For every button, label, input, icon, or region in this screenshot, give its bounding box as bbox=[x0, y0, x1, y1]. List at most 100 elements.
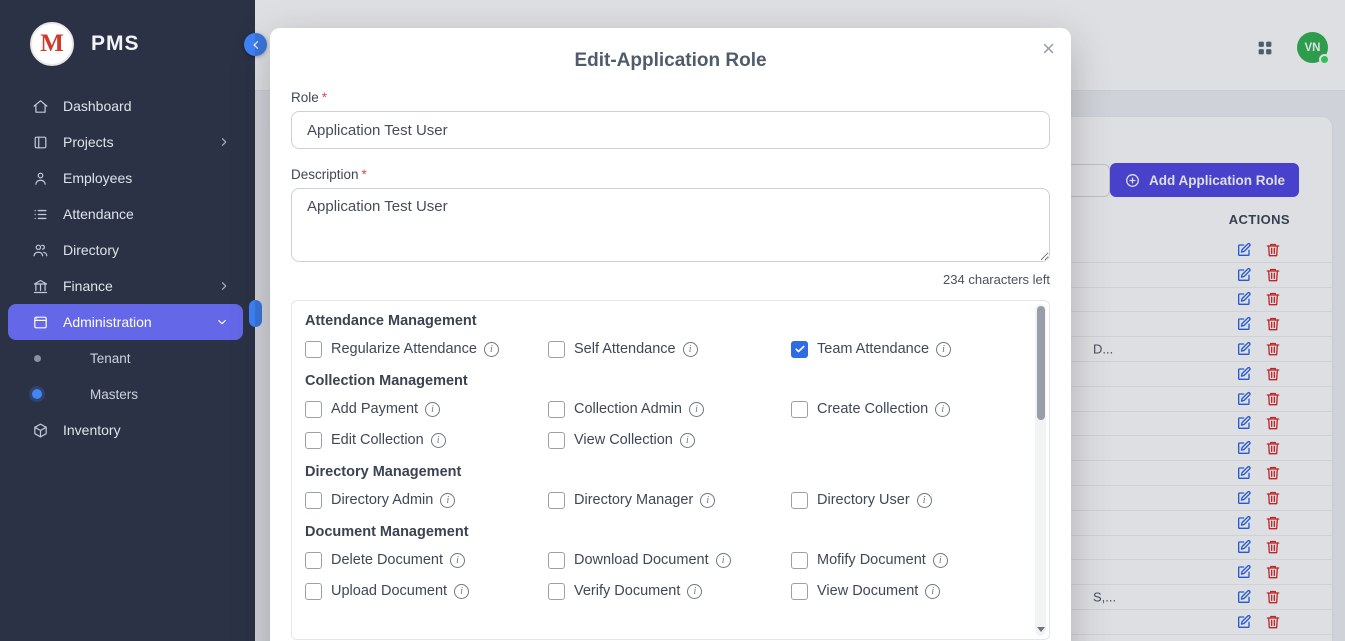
sidebar-item-attendance[interactable]: Attendance bbox=[0, 196, 255, 232]
menu-item-label: Dashboard bbox=[63, 98, 132, 114]
permission-group-title-attendance-management: Attendance Management bbox=[305, 313, 1013, 329]
edit-application-role-modal: × Edit-Application Role Role* Descriptio… bbox=[270, 28, 1071, 641]
permission-label: Self Attendance bbox=[574, 341, 676, 357]
permission-label: Team Attendance bbox=[817, 341, 929, 357]
chevron-right-icon bbox=[217, 135, 231, 149]
role-label-text: Role bbox=[291, 90, 319, 105]
checkbox-view-document[interactable] bbox=[791, 583, 808, 600]
menu-item-label: Administration bbox=[63, 314, 152, 330]
info-icon[interactable]: i bbox=[933, 553, 948, 568]
permission-option-directory-admin: Directory Admin i bbox=[305, 491, 548, 509]
checkbox-download-document[interactable] bbox=[548, 552, 565, 569]
permission-option-view-document: View Documenti bbox=[791, 582, 1034, 600]
checkbox-directory-admin[interactable] bbox=[305, 492, 322, 509]
checkbox-collection-admin[interactable] bbox=[548, 401, 565, 418]
sidebar: M PMS Dashboard Projects Employees Attendan… bbox=[0, 0, 255, 641]
sidebar-item-dashboard[interactable]: Dashboard bbox=[0, 88, 255, 124]
info-icon[interactable]: i bbox=[680, 433, 695, 448]
checkbox-delete-document[interactable] bbox=[305, 552, 322, 569]
permission-grid: Add PaymentiCollection AdminiCreate Coll… bbox=[305, 400, 1013, 449]
permission-grid: Regularize Attendancei Self Attendance i Te… bbox=[305, 340, 1013, 358]
required-asterisk: * bbox=[322, 90, 327, 105]
permission-option-create-collection: Create Collection i bbox=[791, 400, 1034, 418]
checkbox-verify-document[interactable] bbox=[548, 583, 565, 600]
sidebar-item-employees[interactable]: Employees bbox=[0, 160, 255, 196]
permission-grid: Delete DocumentiDownload DocumentiMofify… bbox=[305, 551, 1013, 600]
checkbox-directory-user[interactable] bbox=[791, 492, 808, 509]
permission-option-edit-collection: Edit Collectioni bbox=[305, 431, 548, 449]
permission-option-mofify-document: Mofify Document i bbox=[791, 551, 1034, 569]
info-icon[interactable]: i bbox=[689, 402, 704, 417]
description-label-text: Description bbox=[291, 167, 359, 182]
checkbox-add-payment[interactable] bbox=[305, 401, 322, 418]
sidebar-item-administration[interactable]: Administration bbox=[8, 304, 243, 340]
permissions-panel: Attendance Management Regularize Attendan… bbox=[291, 300, 1050, 640]
checkbox-create-collection[interactable] bbox=[791, 401, 808, 418]
info-icon[interactable]: i bbox=[917, 493, 932, 508]
characters-left-counter: 234 characters left bbox=[291, 272, 1050, 287]
menu-item-label: Employees bbox=[63, 170, 132, 186]
modal-title: Edit-Application Role bbox=[291, 50, 1050, 72]
sidebar-item-finance[interactable]: Finance bbox=[0, 268, 255, 304]
sidebar-item-inventory[interactable]: Inventory bbox=[0, 412, 255, 448]
sidebar-item-projects[interactable]: Projects bbox=[0, 124, 255, 160]
checkbox-upload-document[interactable] bbox=[305, 583, 322, 600]
permission-label: Create Collection bbox=[817, 401, 928, 417]
checkbox-self-attendance[interactable] bbox=[548, 341, 565, 358]
permission-option-verify-document: Verify Document i bbox=[548, 582, 791, 600]
menu-item-label: Directory bbox=[63, 242, 119, 258]
menu-item-label: Projects bbox=[63, 134, 114, 150]
subitem-label: Tenant bbox=[90, 351, 131, 366]
checkbox-regularize-attendance[interactable] bbox=[305, 341, 322, 358]
permission-option-regularize-attendance: Regularize Attendancei bbox=[305, 340, 548, 358]
permission-group-title-collection-management: Collection Management bbox=[305, 373, 1013, 389]
info-icon[interactable]: i bbox=[716, 553, 731, 568]
scrollbar-track[interactable] bbox=[1035, 304, 1046, 636]
chevron-down-icon bbox=[215, 315, 229, 329]
scrollbar-thumb[interactable] bbox=[1037, 306, 1045, 420]
permission-label: Directory Admin bbox=[331, 492, 433, 508]
scroll-down-arrow-icon[interactable] bbox=[1037, 627, 1045, 632]
info-icon[interactable]: i bbox=[687, 584, 702, 599]
gray-dot-icon bbox=[34, 355, 41, 362]
role-input[interactable] bbox=[291, 111, 1050, 149]
checkbox-directory-manager[interactable] bbox=[548, 492, 565, 509]
info-icon[interactable]: i bbox=[484, 342, 499, 357]
permission-option-view-collection: View Collectioni bbox=[548, 431, 791, 449]
permission-option-upload-document: Upload Documenti bbox=[305, 582, 548, 600]
inventory-icon bbox=[32, 422, 49, 439]
sidebar-subitem-tenant[interactable]: Tenant bbox=[0, 340, 255, 376]
home-icon bbox=[32, 98, 49, 115]
permission-label: Mofify Document bbox=[817, 552, 926, 568]
info-icon[interactable]: i bbox=[683, 342, 698, 357]
permission-option-directory-manager: Directory Manager i bbox=[548, 491, 791, 509]
app-logo: M PMS bbox=[0, 0, 255, 66]
menu-item-label: Inventory bbox=[63, 422, 121, 438]
checkbox-team-attendance[interactable] bbox=[791, 341, 808, 358]
permission-label: Add Payment bbox=[331, 401, 418, 417]
sidebar-item-directory[interactable]: Directory bbox=[0, 232, 255, 268]
checkbox-edit-collection[interactable] bbox=[305, 432, 322, 449]
permission-option-collection-admin: Collection Admini bbox=[548, 400, 791, 418]
permission-label: Directory Manager bbox=[574, 492, 693, 508]
permission-option-directory-user: Directory Useri bbox=[791, 491, 1034, 509]
employees-icon bbox=[32, 170, 49, 187]
info-icon[interactable]: i bbox=[700, 493, 715, 508]
info-icon[interactable]: i bbox=[936, 342, 951, 357]
sidebar-subitem-masters[interactable]: Masters bbox=[0, 376, 255, 412]
permission-label: Verify Document bbox=[574, 583, 680, 599]
info-icon[interactable]: i bbox=[450, 553, 465, 568]
info-icon[interactable]: i bbox=[431, 433, 446, 448]
menu-item-label: Finance bbox=[63, 278, 113, 294]
info-icon[interactable]: i bbox=[440, 493, 455, 508]
permission-group-title-directory-management: Directory Management bbox=[305, 464, 1013, 480]
close-icon[interactable]: × bbox=[1042, 38, 1055, 60]
info-icon[interactable]: i bbox=[454, 584, 469, 599]
checkbox-mofify-document[interactable] bbox=[791, 552, 808, 569]
info-icon[interactable]: i bbox=[935, 402, 950, 417]
info-icon[interactable]: i bbox=[925, 584, 940, 599]
info-icon[interactable]: i bbox=[425, 402, 440, 417]
description-textarea[interactable]: Application Test User bbox=[291, 188, 1050, 262]
sidebar-menu: Dashboard Projects Employees Attendance Dire… bbox=[0, 88, 255, 448]
checkbox-view-collection[interactable] bbox=[548, 432, 565, 449]
